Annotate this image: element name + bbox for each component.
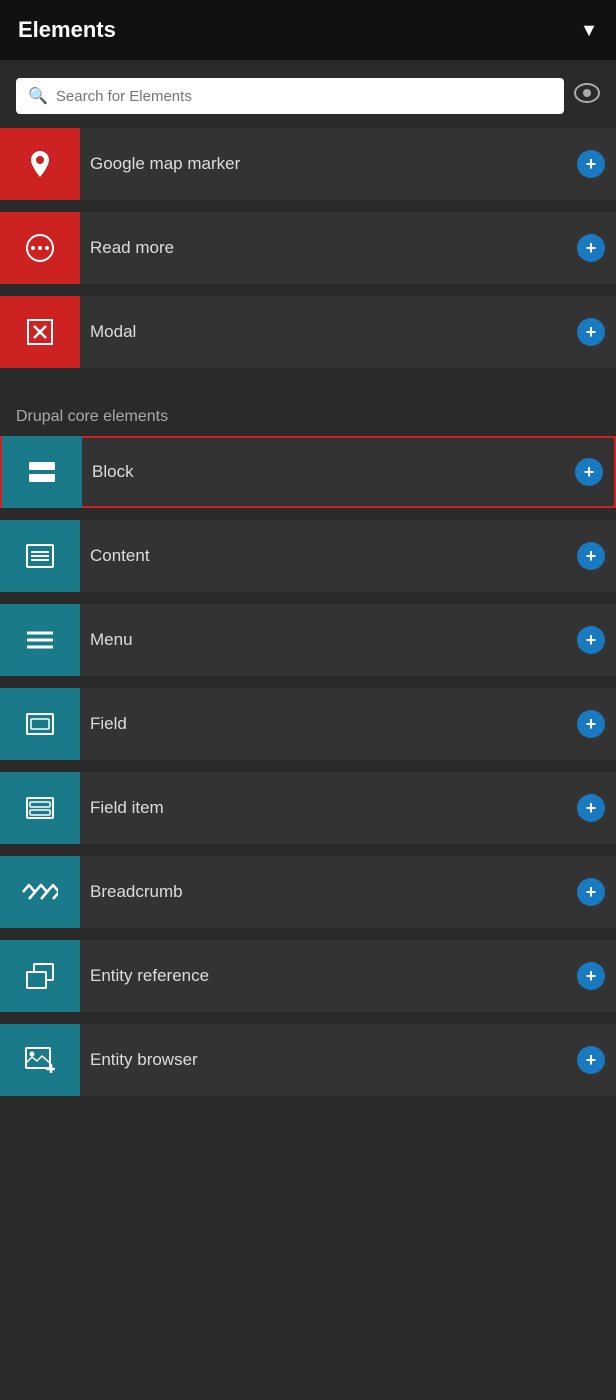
element-item-modal[interactable]: Modal + [0,296,616,368]
add-circle-icon: + [577,794,605,822]
element-icon-entity-browser [0,1024,80,1096]
add-circle-icon: + [577,710,605,738]
add-button-read-more[interactable]: + [566,212,616,284]
element-item-breadcrumb[interactable]: Breadcrumb + [0,856,616,928]
element-item-entity-reference[interactable]: Entity reference + [0,940,616,1012]
add-circle-icon: + [577,150,605,178]
visibility-toggle-button[interactable] [574,83,600,109]
element-item-field[interactable]: Field + [0,688,616,760]
add-circle-icon: + [577,318,605,346]
eye-icon [574,83,600,109]
element-icon-content [0,520,80,592]
element-item-menu[interactable]: Menu + [0,604,616,676]
add-button-entity-browser[interactable]: + [566,1024,616,1096]
element-label-field-item: Field item [80,798,566,818]
search-input-wrapper: 🔍 [16,78,564,114]
element-icon-menu [0,604,80,676]
dropdown-arrow-icon[interactable]: ▼ [580,20,598,41]
add-circle-icon: + [577,234,605,262]
search-input[interactable] [56,88,552,105]
add-circle-icon: + [577,542,605,570]
add-circle-icon: + [577,962,605,990]
drupal-section-heading: Drupal core elements [0,390,616,436]
element-item-entity-browser[interactable]: Entity browser + [0,1024,616,1096]
panel-header: Elements ▼ [0,0,616,60]
add-circle-icon: + [577,1046,605,1074]
element-icon-entity-reference [0,940,80,1012]
element-label-content: Content [80,546,566,566]
element-label-entity-browser: Entity browser [80,1050,566,1070]
element-icon-breadcrumb [0,856,80,928]
element-label-breadcrumb: Breadcrumb [80,882,566,902]
element-icon-field-item [0,772,80,844]
element-item-field-item[interactable]: Field item + [0,772,616,844]
red-elements-list: Google map marker + Read more + [0,128,616,368]
element-item-content[interactable]: Content + [0,520,616,592]
add-circle-icon: + [577,878,605,906]
add-button-menu[interactable]: + [566,604,616,676]
drupal-elements-list: Block + Content + [0,436,616,1096]
add-button-field-item[interactable]: + [566,772,616,844]
element-label-field: Field [80,714,566,734]
element-icon-block [2,436,82,508]
element-item-block[interactable]: Block + [0,436,616,508]
element-icon-modal [0,296,80,368]
search-icon: 🔍 [28,86,48,106]
add-button-google-map-marker[interactable]: + [566,128,616,200]
element-icon-google-map-marker [0,128,80,200]
element-label-menu: Menu [80,630,566,650]
element-label-google-map-marker: Google map marker [80,154,566,174]
search-bar-container: 🔍 [0,60,616,128]
add-button-entity-reference[interactable]: + [566,940,616,1012]
element-label-modal: Modal [80,322,566,342]
add-button-content[interactable]: + [566,520,616,592]
add-circle-icon: + [575,458,603,486]
add-button-field[interactable]: + [566,688,616,760]
element-label-block: Block [82,462,564,482]
add-circle-icon: + [577,626,605,654]
element-item-google-map-marker[interactable]: Google map marker + [0,128,616,200]
add-button-block[interactable]: + [564,436,614,508]
add-button-breadcrumb[interactable]: + [566,856,616,928]
element-label-read-more: Read more [80,238,566,258]
element-icon-read-more [0,212,80,284]
panel-title: Elements [18,17,116,43]
add-button-modal[interactable]: + [566,296,616,368]
element-label-entity-reference: Entity reference [80,966,566,986]
element-icon-field [0,688,80,760]
element-item-read-more[interactable]: Read more + [0,212,616,284]
